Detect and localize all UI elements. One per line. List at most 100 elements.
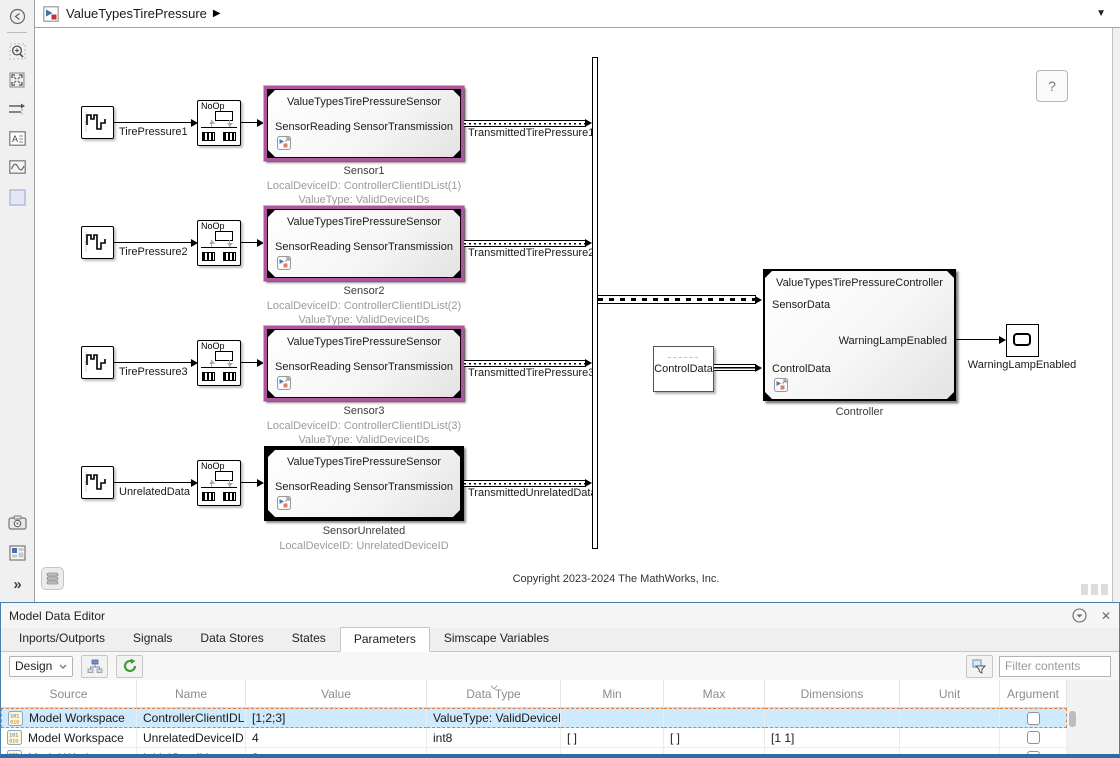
signal-label[interactable]: TransmittedUnrelatedData <box>468 487 597 499</box>
annotation-icon[interactable]: A <box>6 128 28 148</box>
refresh-button[interactable] <box>116 654 144 678</box>
bus-signal-line[interactable] <box>464 480 586 487</box>
message-signal-line[interactable] <box>598 295 756 304</box>
tab-simscape-variables[interactable]: Simscape Variables <box>430 626 563 651</box>
tab-signals[interactable]: Signals <box>119 626 186 651</box>
breadcrumb-dropdown-icon[interactable]: ▼ <box>1096 8 1112 19</box>
model-icon <box>43 5 59 22</box>
panel-minimize-icon[interactable] <box>1072 608 1087 623</box>
canvas-resize-grip[interactable] <box>1081 584 1108 595</box>
model-data-badge-button[interactable] <box>41 567 64 590</box>
source-cell[interactable]: 101010 Model Workspace <box>1 708 137 728</box>
min-cell[interactable] <box>561 708 664 728</box>
column-header-unit[interactable]: Unit <box>900 680 1000 708</box>
dimensions-cell[interactable] <box>765 708 900 728</box>
column-header-min[interactable]: Min <box>561 680 664 708</box>
svg-text:101: 101 <box>9 753 18 758</box>
area-box-icon[interactable] <box>6 187 28 207</box>
block-name-label[interactable]: WarningLampEnabled <box>942 359 1102 371</box>
breadcrumb-caret-icon[interactable]: ▶ <box>213 8 221 19</box>
model-reference-badge-icon[interactable] <box>774 378 788 392</box>
help-button[interactable]: ? <box>1036 70 1068 102</box>
signal-line[interactable] <box>956 339 1000 340</box>
table-row[interactable]: 101 010 Model Workspace ControllerClientI… <box>1 708 1067 728</box>
design-view-dropdown[interactable]: Design <box>9 655 74 677</box>
argument-checkbox[interactable] <box>1026 751 1040 754</box>
value-cell[interactable]: 4 <box>246 728 427 748</box>
column-header-name[interactable]: Name <box>137 680 246 708</box>
data-type-cell[interactable]: ValueType: ValidDeviceIDs <box>427 708 561 728</box>
warning-lamp-block[interactable] <box>1006 324 1039 357</box>
value-cell[interactable]: [1;2;3] <box>246 708 427 728</box>
column-header-dimensions[interactable]: Dimensions <box>765 680 900 708</box>
unit-cell[interactable] <box>900 708 1000 728</box>
column-menu-chevron-icon[interactable] <box>491 683 497 689</box>
column-header-value[interactable]: Value <box>246 680 427 708</box>
table-row[interactable]: 101010 Model Workspace InitialCondition … <box>1 748 1067 758</box>
signal-label[interactable]: UnrelatedData <box>119 486 190 498</box>
filter-contents-input[interactable] <box>999 655 1111 677</box>
bus-signal-line[interactable] <box>714 364 756 371</box>
tab-data-stores[interactable]: Data Stores <box>186 626 277 651</box>
control-data-block[interactable]: ControlData <box>653 346 714 392</box>
max-cell[interactable] <box>664 708 765 728</box>
dimensions-cell[interactable]: [1 1] <box>765 728 900 748</box>
signal-line[interactable] <box>114 482 192 483</box>
name-cell[interactable]: ControllerClientIDList <box>137 708 246 728</box>
source-cell[interactable]: 101010 Model Workspace <box>1 728 137 748</box>
max-cell[interactable]: [ ] <box>664 728 765 748</box>
palette-divider <box>7 32 27 33</box>
signal-source-block[interactable] <box>81 466 114 499</box>
data-type-cell[interactable]: int8 <box>427 728 561 748</box>
table-scrollbar-thumb[interactable] <box>1069 711 1076 727</box>
column-header-max[interactable]: Max <box>664 680 765 708</box>
route-signals-icon[interactable] <box>6 99 28 119</box>
value-cell[interactable]: 3 <box>246 748 427 754</box>
block-name-label[interactable]: SensorUnrelated <box>264 525 464 537</box>
name-cell[interactable]: InitialCondition <box>137 748 246 754</box>
column-header-data-type[interactable]: Data Type <box>427 680 561 708</box>
block-name-label[interactable]: Controller <box>763 406 956 418</box>
name-cell[interactable]: UnrelatedDeviceID <box>137 728 246 748</box>
hierarchy-icon <box>87 659 103 673</box>
column-header-argument[interactable]: Argument <box>1000 680 1067 708</box>
signal-line[interactable] <box>241 482 258 483</box>
argument-checkbox[interactable] <box>1026 731 1040 744</box>
model-canvas[interactable]: TirePressure1 NoOp ValueTypesTirePressur… <box>34 28 1113 602</box>
breadcrumb-model-name[interactable]: ValueTypesTirePressure <box>66 6 207 21</box>
tab-parameters[interactable]: Parameters <box>339 627 430 652</box>
table-header-row: Source Name Value Data Type Min Max Dime… <box>1 680 1067 708</box>
model-reference-badge-icon[interactable] <box>277 496 291 510</box>
tab-inports-outports[interactable]: Inports/Outports <box>5 626 119 651</box>
lamp-icon <box>1013 333 1031 346</box>
unit-cell[interactable] <box>900 748 1000 754</box>
show-hierarchy-button[interactable] <box>81 654 109 678</box>
viewmarks-icon[interactable] <box>6 543 28 563</box>
screenshot-camera-icon[interactable] <box>6 512 28 532</box>
expand-palette-button[interactable]: » <box>6 574 28 594</box>
zoom-region-icon[interactable] <box>6 41 28 61</box>
image-annotation-icon[interactable] <box>6 157 28 177</box>
column-header-source[interactable]: Source <box>1 680 137 708</box>
min-cell[interactable]: [ ] <box>561 728 664 748</box>
fit-to-view-icon[interactable] <box>6 70 28 90</box>
argument-checkbox[interactable] <box>1026 711 1040 725</box>
rate-transition-block[interactable]: NoOp <box>197 460 241 506</box>
unit-cell[interactable] <box>900 728 1000 748</box>
table-row[interactable]: 101 010 Model Workspace UnrelatedDeviceID… <box>1 728 1067 748</box>
back-icon[interactable] <box>6 6 28 26</box>
panel-close-icon[interactable]: ✕ <box>1101 609 1111 623</box>
controller-subsystem-block[interactable]: ValueTypesTirePressureController SensorD… <box>763 269 956 401</box>
filter-options-button[interactable] <box>966 654 993 678</box>
copyright-annotation: Copyright 2023-2024 The MathWorks, Inc. <box>512 573 720 585</box>
tab-states[interactable]: States <box>278 626 340 651</box>
input-port-label: SensorData <box>772 299 831 311</box>
max-cell[interactable] <box>664 748 765 754</box>
source-cell[interactable]: 101010 Model Workspace <box>1 748 137 758</box>
svg-text:010: 010 <box>9 739 18 745</box>
dimensions-cell[interactable] <box>765 748 900 754</box>
noop-rect-icon <box>215 471 233 481</box>
min-cell[interactable] <box>561 748 664 754</box>
sensor-subsystem-block[interactable]: ValueTypesTirePressureSensor SensorReadi… <box>264 446 464 521</box>
data-type-cell[interactable] <box>427 748 561 754</box>
